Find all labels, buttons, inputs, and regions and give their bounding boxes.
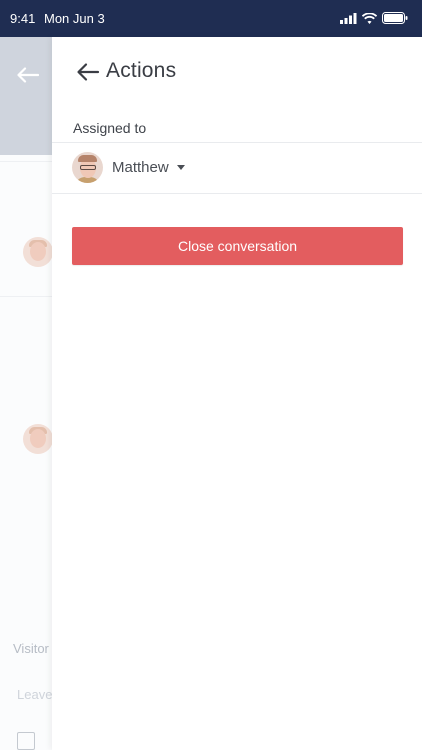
note-icon[interactable] (17, 732, 35, 750)
cellular-signal-icon (340, 12, 357, 24)
assigned-to-label: Assigned to (73, 120, 147, 136)
background-header (0, 37, 52, 155)
status-time: 9:41 (10, 11, 36, 26)
avatar (23, 424, 52, 454)
divider (0, 296, 52, 297)
avatar (23, 237, 52, 267)
arrow-left-icon[interactable] (76, 61, 100, 83)
avatar (72, 152, 103, 183)
message-input-placeholder[interactable]: Leave (17, 687, 52, 702)
visitor-label: Visitor (13, 641, 49, 656)
status-date: Mon Jun 3 (44, 11, 105, 26)
background-screen: Visitor Leave (0, 37, 52, 750)
drawer-header: Actions (52, 37, 422, 107)
status-bar: 9:41 Mon Jun 3 (0, 0, 422, 37)
page-title: Actions (106, 59, 177, 82)
caret-down-icon (177, 165, 185, 170)
actions-drawer: Actions Assigned to Matthew Close conver… (52, 37, 422, 750)
assignee-name: Matthew (112, 159, 169, 176)
status-icons (340, 12, 408, 24)
assignee-selector[interactable]: Matthew (52, 143, 422, 193)
close-conversation-button[interactable]: Close conversation (72, 227, 403, 265)
divider (0, 161, 52, 162)
battery-icon (382, 12, 408, 24)
wifi-icon (362, 12, 377, 24)
divider (52, 193, 422, 194)
arrow-left-icon (17, 67, 39, 83)
